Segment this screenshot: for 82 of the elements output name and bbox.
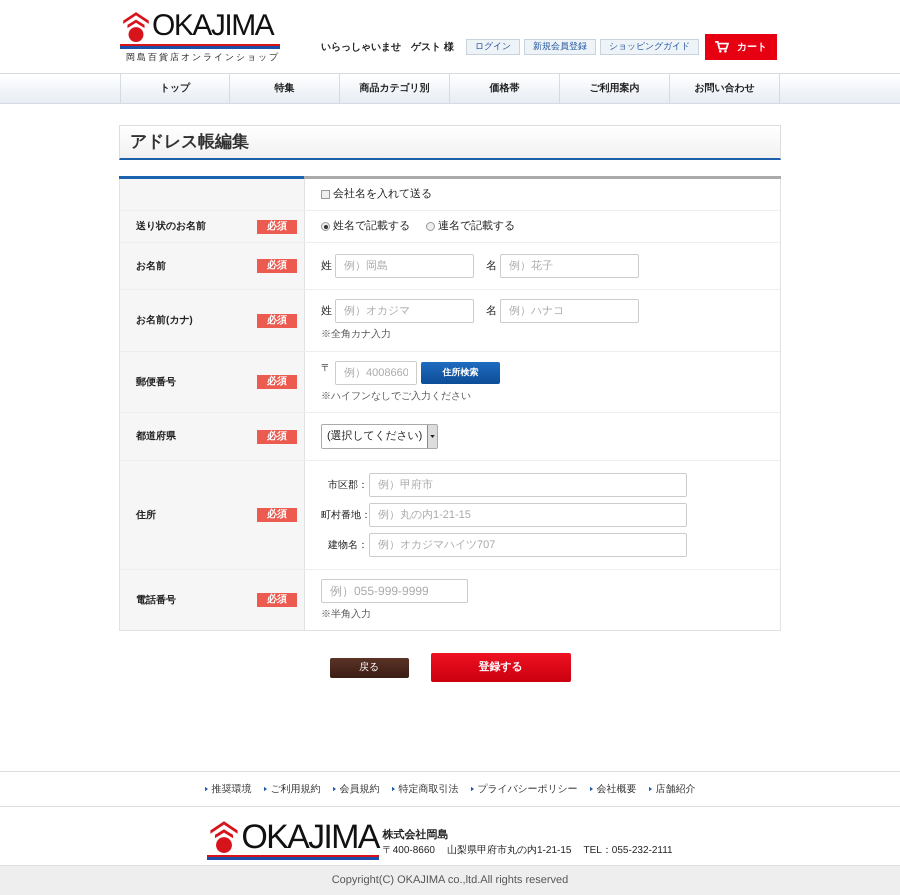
row-label: 住所 (136, 508, 156, 522)
back-button[interactable]: 戻る (330, 658, 408, 678)
required-badge: 必須 (257, 259, 297, 273)
row-label: お名前(カナ) (136, 314, 193, 328)
triangle-bullet-icon (470, 786, 474, 792)
input-field[interactable]: 例）岡島 (335, 254, 474, 278)
required-badge: 必須 (257, 508, 297, 522)
input-field[interactable]: 例）甲府市 (369, 473, 687, 497)
company-address: 山梨県甲府市丸の内1-21-15 (447, 844, 572, 858)
input-field[interactable]: 例）丸の内1-21-15 (369, 503, 687, 527)
row-label: お名前 (136, 260, 166, 274)
field-label: 姓 (321, 304, 332, 319)
footer-link[interactable]: プライバシーポリシー (470, 782, 578, 796)
nav-tab[interactable]: 価格帯 (450, 74, 560, 103)
hint-text: ※ハイフンなしでご入力ください (321, 390, 472, 404)
nav-tab[interactable]: ご利用案内 (560, 74, 670, 103)
row-label: 送り状のお名前 (136, 220, 206, 234)
field-label: 名 (486, 259, 497, 274)
input-field[interactable]: 例）ハナコ (500, 299, 639, 323)
nav-tab[interactable]: トップ (120, 74, 230, 103)
triangle-bullet-icon (648, 786, 652, 792)
checkbox-label: 会社名を入れて送る (333, 187, 432, 202)
triangle-bullet-icon (332, 786, 336, 792)
row-label: 郵便番号 (136, 376, 176, 390)
postal-mark: 〒 (321, 362, 331, 376)
triangle-bullet-icon (392, 786, 394, 792)
row-label: 都道府県 (136, 429, 176, 444)
phone-number: TEL：055-232-2111 (583, 844, 673, 858)
greeting-text: いらっしゃいませ (321, 40, 402, 54)
header-link-button[interactable]: ログイン (466, 39, 520, 55)
user-name: ゲスト 様 (411, 40, 454, 54)
nav-tab[interactable]: 特集 (230, 74, 340, 103)
required-badge: 必須 (257, 220, 297, 234)
checkbox[interactable] (321, 190, 330, 199)
cart-icon (715, 41, 729, 53)
field-label: 名 (486, 304, 497, 319)
radio-button[interactable] (321, 222, 330, 231)
triangle-bullet-icon (590, 786, 592, 792)
required-badge: 必須 (257, 593, 297, 607)
register-button[interactable]: 登録する (430, 653, 570, 682)
field-label: 市区郡： (327, 478, 369, 492)
footer-link[interactable]: 会社概要 (590, 782, 636, 796)
input-field[interactable]: 例）4008660 (335, 360, 417, 384)
hint-text: ※半角入力 (321, 608, 372, 622)
nav-tab[interactable]: 商品カテゴリ別 (340, 74, 450, 103)
field-label: 姓 (321, 259, 332, 274)
field-label: 建物名： (327, 538, 369, 552)
input-field[interactable]: 例）オカジマハイツ707 (369, 533, 687, 557)
footer-link[interactable]: ご利用規約 (264, 782, 320, 796)
input-field[interactable]: 例）055-999-9999 (321, 578, 468, 602)
prefecture-select[interactable]: (選択してください) (321, 424, 438, 449)
header-link-button[interactable]: 新規会員登録 (524, 39, 596, 55)
radio-label: 姓名で記載する (333, 219, 410, 234)
header-link-button[interactable]: ショッピングガイド (600, 39, 699, 55)
postal-code: 〒400-8660 (382, 844, 435, 858)
required-badge: 必須 (257, 314, 297, 328)
logo-tagline: 岡島百貨店オンラインショップ (125, 51, 280, 64)
triangle-bullet-icon (204, 786, 208, 792)
footer-link[interactable]: 店舗紹介 (648, 782, 696, 796)
radio-label: 連名で記載する (438, 219, 515, 234)
address-search-button[interactable]: 住所検索 (421, 362, 500, 384)
page-title: アドレス帳編集 (130, 131, 249, 154)
required-badge: 必須 (257, 375, 297, 389)
cart-button[interactable]: カート (705, 34, 777, 60)
nav-tab[interactable]: お問い合わせ (670, 74, 780, 103)
required-badge: 必須 (257, 430, 297, 444)
field-label: 町村番地： (321, 508, 369, 522)
logo-wordmark: OKAJIMA (241, 821, 379, 853)
footer-link[interactable]: 会員規約 (332, 782, 380, 796)
input-field[interactable]: 例）花子 (500, 254, 639, 278)
radio-button[interactable] (426, 222, 435, 231)
logo-wordmark: OKAJIMA (152, 10, 274, 42)
footer-link[interactable]: 特定商取引法 (392, 782, 458, 796)
dropdown-arrow-icon (430, 435, 436, 438)
company-name: 株式会社岡島 (382, 828, 450, 842)
input-field[interactable]: 例）オカジマ (335, 299, 474, 323)
footer-link[interactable]: 推奨環境 (204, 782, 252, 796)
row-label: 電話番号 (136, 594, 176, 608)
hint-text: ※全角カナ入力 (321, 328, 392, 342)
logo-mark-icon (120, 10, 152, 42)
triangle-bullet-icon (264, 786, 266, 792)
copyright-text: Copyright(C) OKAJIMA co.,ltd.All rights reserved (332, 873, 568, 888)
